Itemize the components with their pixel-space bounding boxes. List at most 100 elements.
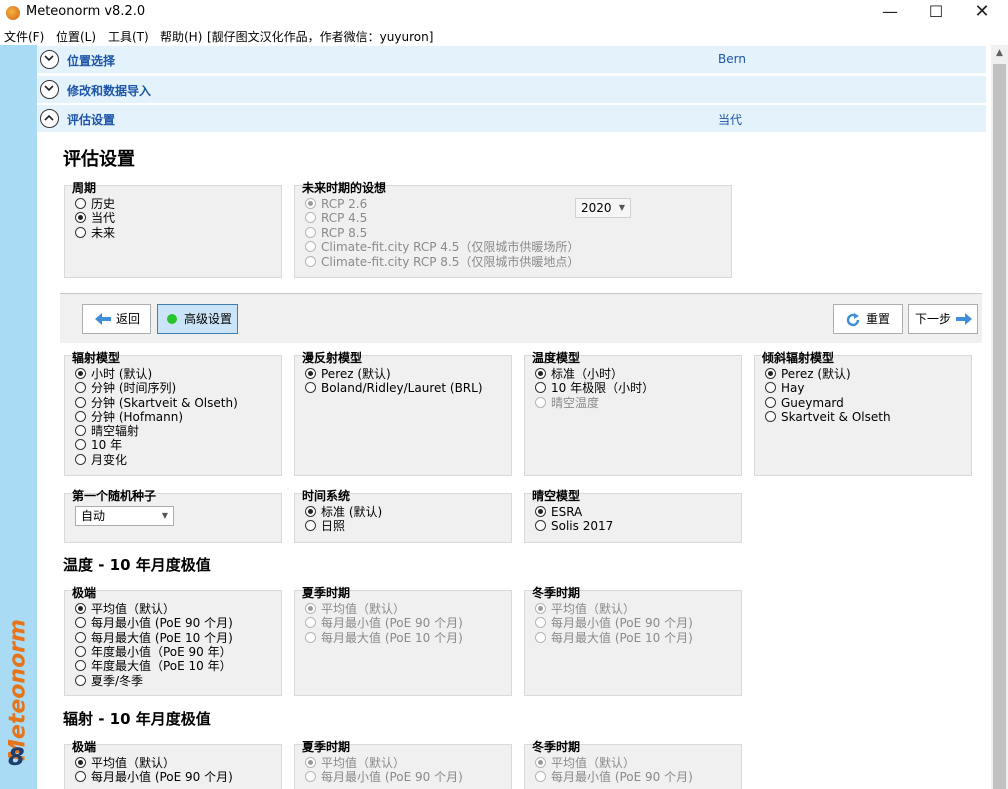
- radio-option[interactable]: ESRA: [535, 505, 582, 519]
- back-button[interactable]: 返回: [82, 304, 151, 334]
- section-location[interactable]: 位置选择 Bern: [37, 46, 986, 73]
- radio-option[interactable]: 每月最大值 (PoE 10 个月): [75, 631, 233, 645]
- radio-option[interactable]: 每月最小值 (PoE 90 个月): [305, 616, 463, 630]
- menu-location[interactable]: 位置(L): [56, 28, 96, 45]
- radio-option[interactable]: 分钟 (Hofmann): [75, 410, 183, 424]
- radio-option[interactable]: Skartveit & Olseth: [765, 410, 891, 424]
- radio-option[interactable]: Gueymard: [765, 396, 844, 410]
- page-title: 评估设置: [63, 149, 135, 170]
- group-title: 周期: [72, 181, 97, 195]
- radio-option[interactable]: 历史: [75, 197, 115, 211]
- radio-option[interactable]: 平均值（默认）: [535, 602, 635, 616]
- title-bar: Meteonorm v8.2.0 — ☐ ✕: [0, 0, 1008, 26]
- clearsky-model-group: 晴空模型 ESRA Solis 2017: [524, 489, 742, 543]
- radio-option[interactable]: 晴空辐射: [75, 424, 139, 438]
- temp-summer-group: 夏季时期 平均值（默认） 每月最小值 (PoE 90 个月) 每月最大值 (Po…: [294, 586, 512, 696]
- radio-option[interactable]: 分钟 (Skartveit & Olseth): [75, 396, 238, 410]
- brand-version: 8: [8, 743, 25, 771]
- temp-winter-group: 冬季时期 平均值（默认） 每月最小值 (PoE 90 个月) 每月最大值 (Po…: [524, 586, 742, 696]
- year-select[interactable]: 2020 ▼: [575, 198, 631, 218]
- section-modify-import[interactable]: 修改和数据导入: [37, 76, 986, 103]
- maximize-button[interactable]: ☐: [913, 0, 959, 26]
- radio-option[interactable]: 10 年极限（小时）: [535, 381, 654, 395]
- radio-option[interactable]: 每月最小值 (PoE 90 个月): [535, 616, 693, 630]
- radio-option[interactable]: 平均值（默认）: [75, 756, 175, 770]
- group-title: 冬季时期: [532, 586, 581, 600]
- rad-summer-group: 夏季时期 平均值（默认） 每月最小值 (PoE 90 个月): [294, 740, 512, 789]
- radio-option[interactable]: 每月最大值 (PoE 10 个月): [305, 631, 463, 645]
- vertical-scrollbar[interactable]: ▲: [991, 45, 1008, 789]
- radio-option[interactable]: RCP 8.5: [305, 226, 367, 240]
- advanced-settings-button[interactable]: 高级设置: [157, 304, 238, 334]
- radio-option[interactable]: 标准（小时）: [535, 367, 623, 381]
- radio-option[interactable]: 10 年: [75, 438, 122, 452]
- radio-option[interactable]: 小时 (默认): [75, 367, 152, 381]
- menu-help[interactable]: 帮助(H): [160, 28, 202, 45]
- section-evaluation[interactable]: 评估设置 当代: [37, 105, 986, 132]
- section-value: Bern: [718, 52, 746, 66]
- radio-option[interactable]: 年度最小值（PoE 90 年）: [75, 645, 232, 659]
- menu-file[interactable]: 文件(F): [4, 28, 44, 45]
- chevron-down-icon: ▼: [618, 203, 625, 212]
- radio-option[interactable]: Solis 2017: [535, 519, 613, 533]
- group-title: 冬季时期: [532, 740, 581, 754]
- scroll-up-icon[interactable]: ▲: [991, 45, 1008, 62]
- toolbar: 返回 高级设置 重置 下一步: [60, 293, 982, 343]
- window-title: Meteonorm v8.2.0: [26, 4, 146, 19]
- radio-option[interactable]: 平均值（默认）: [75, 602, 175, 616]
- radio-option[interactable]: RCP 2.6: [305, 197, 367, 211]
- radio-option[interactable]: 当代: [75, 211, 115, 225]
- radio-option[interactable]: 日照: [305, 519, 345, 533]
- app-icon: [6, 6, 20, 20]
- radio-option[interactable]: Perez (默认): [305, 367, 391, 381]
- radio-option[interactable]: 分钟 (时间序列): [75, 381, 176, 395]
- radio-option[interactable]: 夏季/冬季: [75, 674, 143, 688]
- radio-option[interactable]: 标准 (默认): [305, 505, 382, 519]
- rad-extreme-group: 极端 平均值（默认） 每月最小值 (PoE 90 个月): [64, 740, 282, 789]
- chevron-down-icon: ▼: [161, 511, 168, 520]
- rad-winter-group: 冬季时期 平均值（默认） 每月最小值 (PoE 90 个月): [524, 740, 742, 789]
- arrow-right-icon: [956, 313, 972, 325]
- random-seed-group: 第一个随机种子 自动 ▼: [64, 489, 282, 543]
- arrow-left-icon: [95, 313, 111, 325]
- radio-option[interactable]: Climate-fit.city RCP 8.5（仅限城市供暖地点）: [305, 255, 579, 269]
- radio-option[interactable]: 每月最小值 (PoE 90 个月): [75, 616, 233, 630]
- radio-option[interactable]: Climate-fit.city RCP 4.5（仅限城市供暖场所）: [305, 240, 579, 254]
- chevron-down-icon[interactable]: [40, 80, 59, 99]
- next-button[interactable]: 下一步: [908, 304, 978, 334]
- section-title[interactable]: 修改和数据导入: [67, 82, 151, 99]
- radio-option[interactable]: RCP 4.5: [305, 211, 367, 225]
- radio-option[interactable]: Perez (默认): [765, 367, 851, 381]
- future-scenario-group: 未来时期的设想 RCP 2.6 RCP 4.5 RCP 8.5 Climate-…: [294, 181, 732, 278]
- close-button[interactable]: ✕: [959, 0, 1005, 26]
- radio-option[interactable]: Hay: [765, 381, 804, 395]
- group-title: 漫反射模型: [302, 351, 363, 365]
- radio-option[interactable]: 晴空温度: [535, 396, 599, 410]
- radio-option[interactable]: 年度最大值（PoE 10 年）: [75, 659, 232, 673]
- chevron-down-icon[interactable]: [40, 50, 59, 69]
- menu-tools[interactable]: 工具(T): [108, 28, 149, 45]
- radio-option[interactable]: 未来: [75, 226, 115, 240]
- radio-option[interactable]: 平均值（默认）: [305, 602, 405, 616]
- tilt-model-group: 倾斜辐射模型 Perez (默认) Hay Gueymard Skartveit…: [754, 351, 972, 476]
- radio-option[interactable]: 每月最小值 (PoE 90 个月): [535, 770, 693, 784]
- radio-option[interactable]: 每月最大值 (PoE 10 个月): [535, 631, 693, 645]
- radio-option[interactable]: 每月最小值 (PoE 90 个月): [305, 770, 463, 784]
- minimize-button[interactable]: —: [867, 0, 913, 26]
- radio-option[interactable]: 月变化: [75, 453, 127, 467]
- scroll-thumb[interactable]: [993, 64, 1006, 789]
- seed-select[interactable]: 自动 ▼: [75, 506, 174, 526]
- section-title[interactable]: 位置选择: [67, 52, 115, 69]
- diffuse-model-group: 漫反射模型 Perez (默认) Boland/Ridley/Lauret (B…: [294, 351, 512, 476]
- group-title: 时间系统: [302, 489, 351, 503]
- reset-button[interactable]: 重置: [833, 304, 903, 334]
- radio-option[interactable]: 每月最小值 (PoE 90 个月): [75, 770, 233, 784]
- radio-option[interactable]: 平均值（默认）: [535, 756, 635, 770]
- chevron-up-icon[interactable]: [40, 109, 59, 128]
- radio-option[interactable]: 平均值（默认）: [305, 756, 405, 770]
- section-title[interactable]: 评估设置: [67, 111, 115, 128]
- temp-extreme-group: 极端 平均值（默认） 每月最小值 (PoE 90 个月) 每月最大值 (PoE …: [64, 586, 282, 696]
- radio-option[interactable]: Boland/Ridley/Lauret (BRL): [305, 381, 483, 395]
- group-title: 未来时期的设想: [302, 181, 387, 195]
- group-title: 夏季时期: [302, 586, 351, 600]
